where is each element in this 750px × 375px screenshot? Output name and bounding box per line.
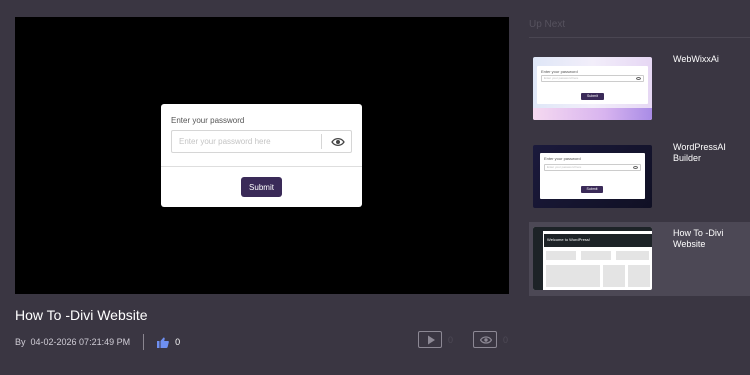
thumbnail-submit: Submit	[581, 186, 603, 193]
up-next-divider	[529, 37, 750, 38]
up-next-item-title[interactable]: WebWixxAi	[673, 54, 749, 65]
thumbnail-label: Enter your password	[541, 69, 578, 74]
thumbnail-input: Enter your password here	[544, 164, 641, 171]
thumbnail-block	[546, 265, 600, 287]
views-button[interactable]	[473, 331, 497, 348]
video-thumbnail[interactable]: Enter your password Enter your password …	[533, 57, 652, 120]
eye-icon	[480, 336, 492, 344]
password-dialog: Enter your password Enter your password …	[161, 104, 362, 207]
thumbnail-placeholder: Enter your password here	[547, 165, 582, 169]
password-input[interactable]: Enter your password here	[171, 130, 352, 153]
up-next-item-title[interactable]: WordPressAI Builder	[673, 142, 749, 164]
play-icon	[428, 335, 435, 345]
thumbnail-submit: Submit	[581, 93, 604, 100]
dialog-divider	[161, 166, 362, 167]
password-placeholder: Enter your password here	[179, 137, 271, 146]
thumbnail-input: Enter your password here	[541, 75, 644, 82]
play-count: 0	[448, 335, 454, 345]
eye-icon	[636, 77, 641, 80]
play-button[interactable]	[418, 331, 442, 348]
password-label: Enter your password	[171, 116, 245, 125]
like-count: 0	[175, 337, 181, 347]
thumbnail-banner-text: Welcome to WordPress!	[547, 237, 590, 242]
up-next-item[interactable]: Enter your password Enter your password …	[529, 52, 750, 126]
eye-icon	[633, 166, 638, 169]
publish-date: 04-02-2026 07:21:49 PM	[30, 337, 131, 347]
thumbnail-placeholder: Enter your password here	[544, 76, 579, 80]
up-next-item[interactable]: Enter your password Enter your password …	[529, 140, 750, 214]
video-meta: By 04-02-2026 07:21:49 PM 0	[15, 334, 181, 350]
thumbnail-welcome-banner: Welcome to WordPress!	[544, 234, 652, 247]
video-thumbnail[interactable]: Welcome to WordPress!	[533, 227, 652, 290]
submit-button[interactable]: Submit	[241, 177, 282, 197]
meta-divider	[143, 334, 145, 350]
video-thumbnail[interactable]: Enter your password Enter your password …	[533, 145, 652, 208]
thumbnail-label: Enter your password	[544, 156, 581, 161]
input-divider	[321, 134, 322, 149]
thumbnail-gradient	[533, 108, 652, 120]
up-next-heading: Up Next	[529, 19, 566, 30]
thumbnail-block	[616, 251, 649, 260]
up-next-item-active[interactable]: Welcome to WordPress! How To -Divi Websi…	[529, 222, 750, 296]
thumbnail-dialog: Enter your password Enter your password …	[540, 153, 645, 199]
thumbnail-block	[581, 251, 611, 260]
view-count: 0	[503, 335, 509, 345]
thumbnail-admin-sidebar	[533, 231, 543, 290]
by-label: By	[15, 337, 26, 347]
up-next-item-title[interactable]: How To -Divi Website	[673, 228, 749, 250]
eye-icon[interactable]	[331, 136, 345, 148]
thumbnail-dialog: Enter your password Enter your password …	[537, 66, 648, 104]
video-player[interactable]: Enter your password Enter your password …	[15, 17, 509, 294]
thumbnail-block	[628, 265, 650, 287]
video-title: How To -Divi Website	[15, 307, 148, 323]
thumbnail-admin-bar	[533, 227, 652, 231]
thumbnail-block	[546, 251, 576, 260]
thumbnail-block	[603, 265, 625, 287]
thumbs-up-icon[interactable]	[157, 337, 169, 348]
